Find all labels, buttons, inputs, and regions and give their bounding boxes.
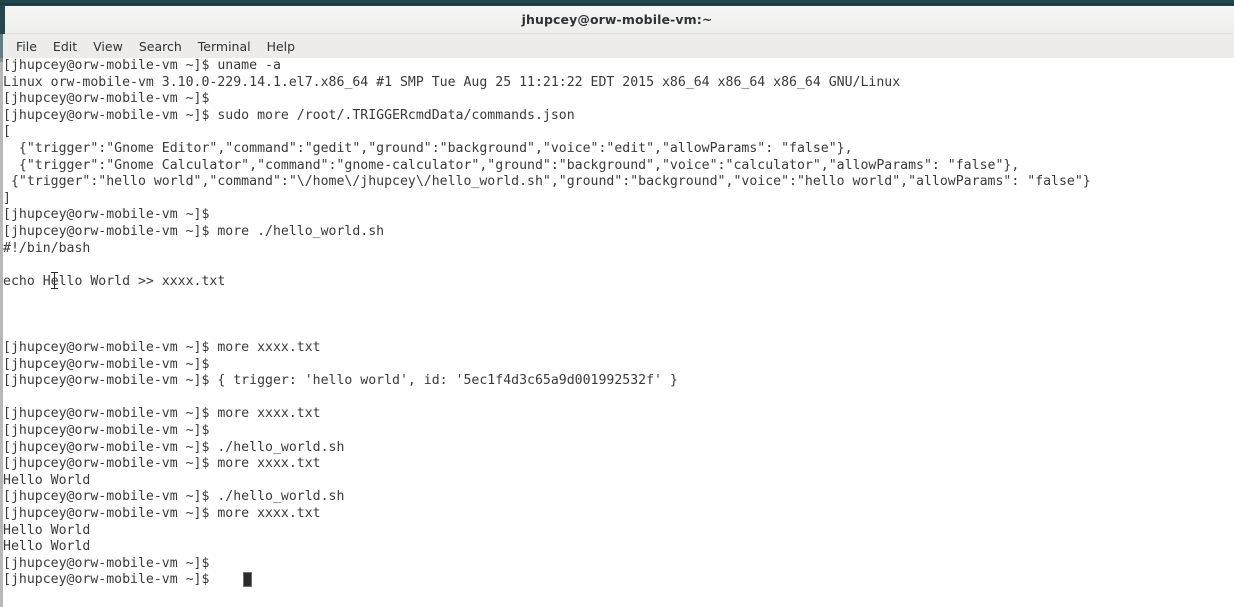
terminal-line: [jhupcey@orw-mobile-vm ~]$ more xxxx.txt	[3, 406, 321, 422]
terminal-line: Linux orw-mobile-vm 3.10.0-229.14.1.el7.…	[3, 74, 901, 90]
terminal-line: [	[3, 124, 11, 140]
terminal-line: [jhupcey@orw-mobile-vm ~]$ more xxxx.txt	[3, 506, 321, 522]
terminal-line: {"trigger":"Gnome Calculator","command":…	[3, 157, 1020, 173]
terminal-line: [jhupcey@orw-mobile-vm ~]$ { trigger: 'h…	[3, 373, 678, 389]
terminal-line: [jhupcey@orw-mobile-vm ~]$ ./hello_world…	[3, 439, 345, 455]
window-title: jhupcey@orw-mobile-vm:~	[521, 12, 713, 27]
terminal-line: [jhupcey@orw-mobile-vm ~]$ ./hello_world…	[3, 489, 345, 505]
terminal-line: [jhupcey@orw-mobile-vm ~]$	[3, 91, 210, 107]
terminal-output-area[interactable]: [jhupcey@orw-mobile-vm ~]$ uname -a Linux…	[0, 58, 1234, 607]
terminal-scrollbar[interactable]	[0, 58, 3, 607]
terminal-line: {"trigger":"hello world","command":"\/ho…	[3, 174, 1091, 190]
terminal-line: [jhupcey@orw-mobile-vm ~]$	[3, 356, 210, 372]
terminal-line: #!/bin/bash	[3, 240, 91, 256]
menu-item-search[interactable]: Search	[131, 37, 190, 56]
terminal-cursor	[243, 572, 252, 587]
terminal-line: [jhupcey@orw-mobile-vm ~]$	[3, 423, 210, 439]
menu-item-terminal[interactable]: Terminal	[190, 37, 259, 56]
terminal-lines: [jhupcey@orw-mobile-vm ~]$ uname -a Linux…	[3, 58, 1234, 589]
menu-item-edit[interactable]: Edit	[45, 37, 85, 56]
menu-bar: File Edit View Search Terminal Help	[0, 34, 1234, 58]
menu-item-file[interactable]: File	[8, 37, 45, 56]
terminal-line: [jhupcey@orw-mobile-vm ~]$ more xxxx.txt	[3, 340, 321, 356]
menu-item-help[interactable]: Help	[259, 37, 304, 56]
terminal-scrollbar-thumb[interactable]	[0, 58, 3, 62]
terminal-line: [jhupcey@orw-mobile-vm ~]$ sudo more /ro…	[3, 107, 575, 123]
terminal-line: echo Hello World >> xxxx.txt	[3, 273, 226, 289]
terminal-line: Hello World	[3, 472, 91, 488]
terminal-line: Hello World	[3, 522, 91, 538]
terminal-line: [jhupcey@orw-mobile-vm ~]$	[3, 207, 210, 223]
menubar-left-accent-edge	[0, 34, 3, 58]
window-top-accent-inner	[0, 3, 1234, 5]
menu-item-view[interactable]: View	[85, 37, 131, 56]
terminal-line: [jhupcey@orw-mobile-vm ~]$ more ./hello_…	[3, 223, 385, 239]
terminal-line: ]	[3, 190, 11, 206]
terminal-line: {"trigger":"Gnome Editor","command":"ged…	[3, 140, 853, 156]
terminal-window: jhupcey@orw-mobile-vm:~ File Edit View Sear…	[0, 0, 1234, 607]
terminal-line: [jhupcey@orw-mobile-vm ~]$ more xxxx.txt	[3, 456, 321, 472]
terminal-line: [jhupcey@orw-mobile-vm ~]$	[3, 555, 210, 571]
terminal-line: Hello World	[3, 539, 91, 555]
terminal-line: [jhupcey@orw-mobile-vm ~]$	[3, 572, 210, 588]
terminal-line: [jhupcey@orw-mobile-vm ~]$ uname -a	[3, 58, 281, 73]
